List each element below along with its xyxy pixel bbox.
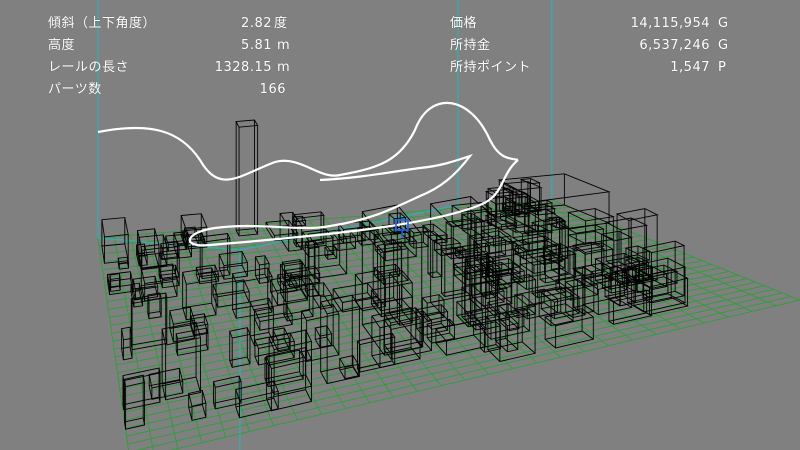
grid-line bbox=[373, 214, 538, 364]
hud-value: 6,537,246 bbox=[639, 38, 710, 53]
hud-value: 14,115,954 bbox=[630, 16, 710, 31]
building-base bbox=[572, 304, 595, 315]
hud-label: 所持ポイント bbox=[450, 60, 532, 75]
building-top bbox=[254, 255, 270, 266]
building-base bbox=[519, 258, 566, 274]
hud-label: 高度 bbox=[48, 38, 76, 53]
building-top bbox=[213, 375, 242, 388]
hud-value: 1328.15 bbox=[214, 60, 272, 75]
hud-row-rail-length: レールの長さ 1328.15 m bbox=[48, 58, 291, 78]
hud-unit: m bbox=[277, 60, 291, 75]
hud-unit: G bbox=[718, 38, 729, 53]
hud-value: 2.82 bbox=[241, 16, 272, 31]
wireframe-building bbox=[122, 367, 161, 411]
building-top bbox=[293, 211, 325, 219]
hud-row-points: 所持ポイント 1,547 P bbox=[450, 58, 730, 78]
building-base bbox=[356, 239, 376, 246]
hud-unit: 度 bbox=[274, 16, 288, 31]
track-segment bbox=[97, 101, 519, 181]
hud-value: 5.81 bbox=[241, 38, 272, 53]
building-base bbox=[283, 309, 314, 322]
building-top bbox=[566, 208, 615, 222]
hud-unit: P bbox=[718, 60, 727, 75]
hud-label: パーツ数 bbox=[48, 82, 102, 97]
grid-line bbox=[127, 292, 783, 445]
grid-line bbox=[125, 285, 765, 429]
building-top bbox=[101, 217, 129, 238]
grid-line bbox=[135, 295, 792, 450]
hud-value: 1,547 bbox=[670, 60, 710, 75]
hud-label: 価格 bbox=[450, 16, 478, 31]
hud-row-slope: 傾斜（上下角度） 2.82 度 bbox=[48, 14, 288, 34]
building-base bbox=[314, 336, 333, 348]
hud-label: 傾斜（上下角度） bbox=[48, 16, 157, 31]
building-top bbox=[615, 208, 659, 221]
building-base bbox=[175, 343, 209, 356]
grid-line bbox=[126, 288, 774, 437]
building-base bbox=[254, 273, 270, 284]
hud-row-part-count: パーツ数 166 bbox=[48, 80, 288, 100]
grid-line bbox=[124, 281, 756, 421]
hud-label: レールの長さ bbox=[48, 60, 130, 75]
building-top bbox=[291, 215, 307, 222]
hud-row-altitude: 高度 5.81 m bbox=[48, 36, 291, 56]
hud-row-price: 価格 14,115,954 G bbox=[450, 14, 730, 34]
building-base bbox=[300, 344, 340, 363]
hud-value: 166 bbox=[259, 82, 286, 97]
hud-label: 所持金 bbox=[450, 38, 491, 53]
hud-row-money: 所持金 6,537,246 G bbox=[450, 36, 730, 56]
building-top bbox=[136, 228, 160, 248]
hud-unit: m bbox=[277, 38, 291, 53]
hud-unit: G bbox=[718, 16, 729, 31]
